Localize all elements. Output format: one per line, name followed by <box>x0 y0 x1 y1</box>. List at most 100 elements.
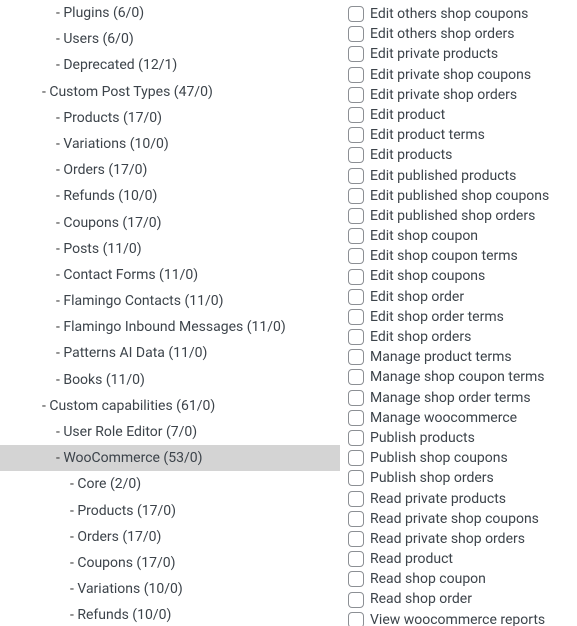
tree-item[interactable]: - Contact Forms (11/0) <box>0 262 340 288</box>
capability-checkbox[interactable] <box>348 147 364 163</box>
tree-item[interactable]: - WooCommerce (53/0) <box>0 445 340 471</box>
tree-item[interactable]: - Coupons (17/0) <box>0 550 340 576</box>
tree-item-label: User Role Editor (7/0) <box>63 424 197 440</box>
capability-label[interactable]: Manage woocommerce <box>370 409 517 427</box>
capability-label[interactable]: Edit shop order <box>370 288 464 306</box>
capability-checkbox[interactable] <box>348 551 364 567</box>
tree-item[interactable]: - Plugins (6/0) <box>0 0 340 26</box>
capability-checkbox[interactable] <box>348 107 364 123</box>
tree-item[interactable]: - Core (2/0) <box>0 471 340 497</box>
capability-checkbox[interactable] <box>348 168 364 184</box>
capability-label[interactable]: Edit private products <box>370 45 498 63</box>
capability-checkbox[interactable] <box>348 208 364 224</box>
capability-checkbox[interactable] <box>348 531 364 547</box>
capability-checkbox[interactable] <box>348 248 364 264</box>
tree-item[interactable]: - Orders (17/0) <box>0 524 340 550</box>
capability-row: Edit private products <box>348 44 569 64</box>
capability-label[interactable]: Edit published products <box>370 167 516 185</box>
tree-item[interactable]: - Orders (17/0) <box>0 157 340 183</box>
capability-row: Edit others shop orders <box>348 24 569 44</box>
capability-label[interactable]: Edit published shop orders <box>370 207 535 225</box>
tree-item[interactable]: - Custom Post Types (47/0) <box>0 79 340 105</box>
capability-label[interactable]: Publish shop coupons <box>370 449 508 467</box>
tree-item[interactable]: - Variations (10/0) <box>0 131 340 157</box>
capability-label[interactable]: Edit published shop coupons <box>370 187 549 205</box>
capability-checkbox[interactable] <box>348 127 364 143</box>
capability-label[interactable]: View woocommerce reports <box>370 611 545 626</box>
tree-item[interactable]: - Refunds (10/0) <box>0 602 340 626</box>
capability-row: Edit products <box>348 145 569 165</box>
tree-item-label: Orders (17/0) <box>77 529 161 545</box>
capability-checkbox[interactable] <box>348 87 364 103</box>
capability-checkbox[interactable] <box>348 450 364 466</box>
tree-item-label: Custom capabilities (61/0) <box>49 398 215 414</box>
capability-label[interactable]: Edit product <box>370 106 445 124</box>
capability-label[interactable]: Edit private shop orders <box>370 86 517 104</box>
tree-item[interactable]: - Custom capabilities (61/0) <box>0 393 340 419</box>
capability-checkbox[interactable] <box>348 390 364 406</box>
capability-checkbox[interactable] <box>348 309 364 325</box>
tree-item[interactable]: - Products (17/0) <box>0 105 340 131</box>
capability-checkbox[interactable] <box>348 269 364 285</box>
capability-label[interactable]: Edit private shop coupons <box>370 66 531 84</box>
capability-checkbox[interactable] <box>348 571 364 587</box>
capability-checkbox[interactable] <box>348 67 364 83</box>
capability-checkbox[interactable] <box>348 592 364 608</box>
capability-checkbox[interactable] <box>348 188 364 204</box>
tree-item-label: Contact Forms (11/0) <box>63 267 198 283</box>
capability-label[interactable]: Read shop order <box>370 590 472 608</box>
capability-checkbox[interactable] <box>348 470 364 486</box>
capability-checkbox[interactable] <box>348 289 364 305</box>
capability-row: Manage product terms <box>348 347 569 367</box>
capability-checkbox[interactable] <box>348 369 364 385</box>
capability-label[interactable]: Read product <box>370 550 453 568</box>
capability-label[interactable]: Publish shop orders <box>370 469 494 487</box>
capability-checkbox[interactable] <box>348 228 364 244</box>
tree-item[interactable]: - Books (11/0) <box>0 367 340 393</box>
capability-checkbox[interactable] <box>348 349 364 365</box>
capability-label[interactable]: Edit others shop coupons <box>370 5 528 23</box>
capability-row: Edit published products <box>348 166 569 186</box>
capability-label[interactable]: Edit products <box>370 146 452 164</box>
tree-item[interactable]: - Variations (10/0) <box>0 576 340 602</box>
tree-item[interactable]: - Flamingo Inbound Messages (11/0) <box>0 314 340 340</box>
capability-label[interactable]: Edit product terms <box>370 126 485 144</box>
capability-checkbox[interactable] <box>348 410 364 426</box>
tree-item[interactable]: - Patterns AI Data (11/0) <box>0 340 340 366</box>
capability-label[interactable]: Edit shop order terms <box>370 308 504 326</box>
capability-row: Edit others shop coupons <box>348 4 569 24</box>
tree-item-label: Variations (10/0) <box>63 136 168 152</box>
capability-label[interactable]: Read private products <box>370 490 506 508</box>
tree-item[interactable]: - Flamingo Contacts (11/0) <box>0 288 340 314</box>
capability-checkbox[interactable] <box>348 26 364 42</box>
capability-label[interactable]: Edit shop coupon terms <box>370 247 518 265</box>
tree-item[interactable]: - Users (6/0) <box>0 26 340 52</box>
capability-label[interactable]: Edit shop coupon <box>370 227 478 245</box>
capability-label[interactable]: Edit shop coupons <box>370 267 485 285</box>
capability-row: Edit shop orders <box>348 327 569 347</box>
capability-label[interactable]: Read private shop coupons <box>370 510 539 528</box>
tree-item[interactable]: - Deprecated (12/1) <box>0 52 340 78</box>
capability-label[interactable]: Manage shop order terms <box>370 389 531 407</box>
capability-checkbox[interactable] <box>348 430 364 446</box>
capability-label[interactable]: Manage product terms <box>370 348 512 366</box>
tree-item-label: Flamingo Contacts (11/0) <box>63 293 223 309</box>
capability-label[interactable]: Edit others shop orders <box>370 25 514 43</box>
tree-item[interactable]: - Posts (11/0) <box>0 236 340 262</box>
capability-checkbox[interactable] <box>348 511 364 527</box>
tree-item[interactable]: - Refunds (10/0) <box>0 183 340 209</box>
capability-label[interactable]: Read private shop orders <box>370 530 525 548</box>
tree-item[interactable]: - User Role Editor (7/0) <box>0 419 340 445</box>
capability-label[interactable]: Manage shop coupon terms <box>370 368 545 386</box>
capability-checkbox[interactable] <box>348 491 364 507</box>
capability-row: Edit published shop orders <box>348 206 569 226</box>
capability-checkbox[interactable] <box>348 6 364 22</box>
capability-label[interactable]: Publish products <box>370 429 475 447</box>
capability-label[interactable]: Read shop coupon <box>370 570 486 588</box>
tree-item[interactable]: - Coupons (17/0) <box>0 210 340 236</box>
capability-checkbox[interactable] <box>348 46 364 62</box>
capability-label[interactable]: Edit shop orders <box>370 328 471 346</box>
capability-checkbox[interactable] <box>348 612 364 626</box>
tree-item[interactable]: - Products (17/0) <box>0 498 340 524</box>
capability-checkbox[interactable] <box>348 329 364 345</box>
